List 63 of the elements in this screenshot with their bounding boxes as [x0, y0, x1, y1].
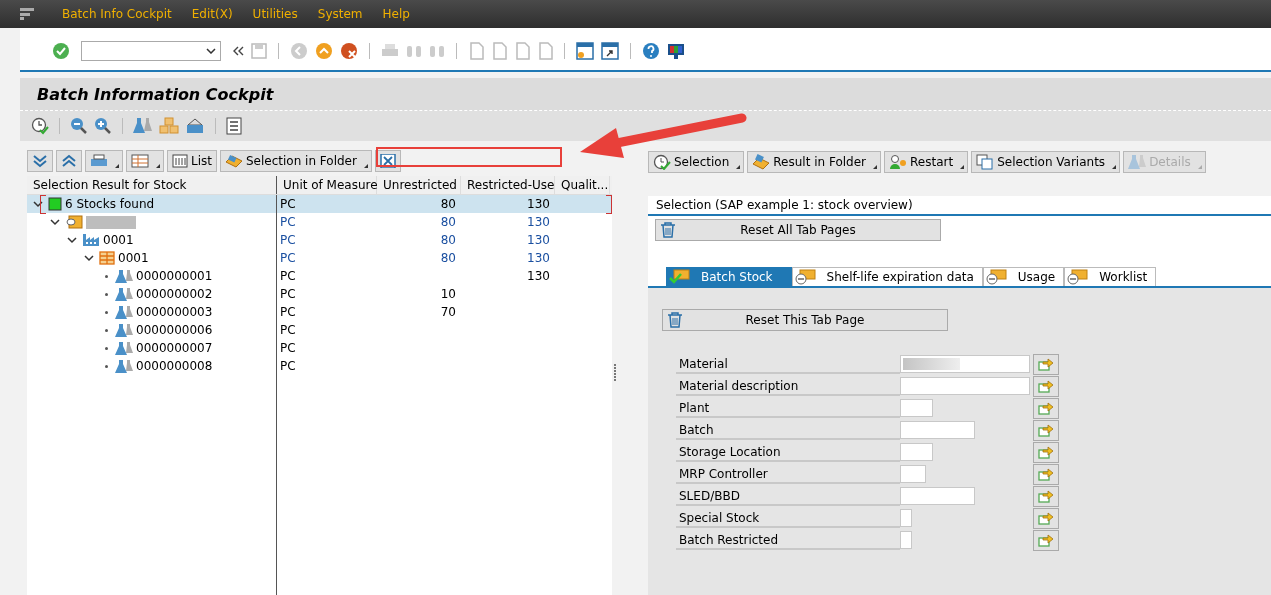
selection-button[interactable]: Selection [648, 151, 745, 173]
column-header[interactable]: Selection Result for Stock [27, 176, 277, 194]
tab[interactable]: Batch Stock [666, 267, 792, 286]
field-label: Material description [676, 376, 900, 396]
tree-node-label[interactable]: 0000000008 [136, 359, 213, 373]
tree-node-label[interactable]: 0001 [103, 233, 134, 247]
menu-item[interactable]: Edit(X) [191, 7, 233, 21]
reset-tab-button[interactable]: Reset This Tab Page [662, 309, 948, 331]
tree-node-label[interactable]: 0000000006 [136, 323, 213, 337]
field-label: Plant [676, 398, 900, 418]
tree-node-label[interactable]: 0000000007 [136, 341, 213, 355]
field-label: Material [676, 354, 900, 374]
tree-node-label[interactable]: 6 Stocks found [65, 197, 155, 211]
reset-all-button[interactable]: Reset All Tab Pages [655, 219, 941, 241]
table-cell: 80 [440, 251, 456, 265]
field-label: Batch [676, 420, 900, 440]
menu-item[interactable]: Utilities [252, 7, 298, 21]
field-label: SLED/BBD [676, 486, 900, 506]
table-cell: PC [280, 323, 296, 337]
section-title: Selection (SAP example 1: stock overview) [648, 196, 1271, 216]
table-cell: PC [280, 197, 296, 211]
field-label: Storage Location [676, 442, 900, 462]
list-button[interactable]: List [167, 150, 217, 172]
tab[interactable]: Usage [982, 267, 1065, 286]
column-header[interactable]: Restricted-Use [461, 176, 555, 194]
menu-item[interactable]: System [317, 7, 363, 21]
table-cell: PC [280, 305, 296, 319]
restart-button[interactable]: Restart [884, 151, 969, 173]
folder-button[interactable]: Selection in Folder [220, 150, 372, 172]
field-label: MRP Controller [676, 464, 900, 484]
table-cell: PC [280, 269, 296, 283]
menu-item[interactable]: Help [382, 7, 410, 21]
menu-item[interactable]: Batch Info Cockpit [62, 7, 172, 21]
screen-title: Batch Information Cockpit [37, 84, 274, 104]
table-cell: 130 [527, 197, 550, 211]
table-cell: 130 [527, 269, 550, 283]
column-header[interactable]: Unit of Measure [277, 176, 377, 194]
tree-node-label[interactable]: 0000000003 [136, 305, 213, 319]
table-cell: 80 [440, 197, 456, 211]
folder-button[interactable]: Result in Folder [747, 151, 882, 173]
table-cell: PC [280, 215, 296, 229]
table-cell: 10 [440, 287, 456, 301]
tree-node-label[interactable]: 0000000001 [136, 269, 213, 283]
field-label: Batch Restricted [676, 530, 900, 550]
table-cell: 130 [527, 215, 550, 229]
tab[interactable]: Shelf-life expiration data [791, 267, 983, 286]
tree-node-label[interactable]: 0000000002 [136, 287, 213, 301]
field-label: Special Stock [676, 508, 900, 528]
table-cell: 70 [440, 305, 456, 319]
tree-node-label[interactable]: 0001 [118, 251, 149, 265]
table-cell: 80 [440, 233, 456, 247]
table-cell: PC [280, 359, 296, 373]
table-cell: 80 [440, 215, 456, 229]
column-header[interactable]: Qualit... [555, 176, 610, 194]
table-cell: 130 [527, 233, 550, 247]
table-cell: PC [280, 233, 296, 247]
tab[interactable]: Worklist [1064, 267, 1157, 286]
table-cell: PC [280, 287, 296, 301]
table-cell: PC [280, 251, 296, 265]
table-cell: PC [280, 341, 296, 355]
table-cell: 130 [527, 251, 550, 265]
variants-button[interactable]: Selection Variants [971, 151, 1121, 173]
column-header[interactable]: Unrestricted [377, 176, 461, 194]
